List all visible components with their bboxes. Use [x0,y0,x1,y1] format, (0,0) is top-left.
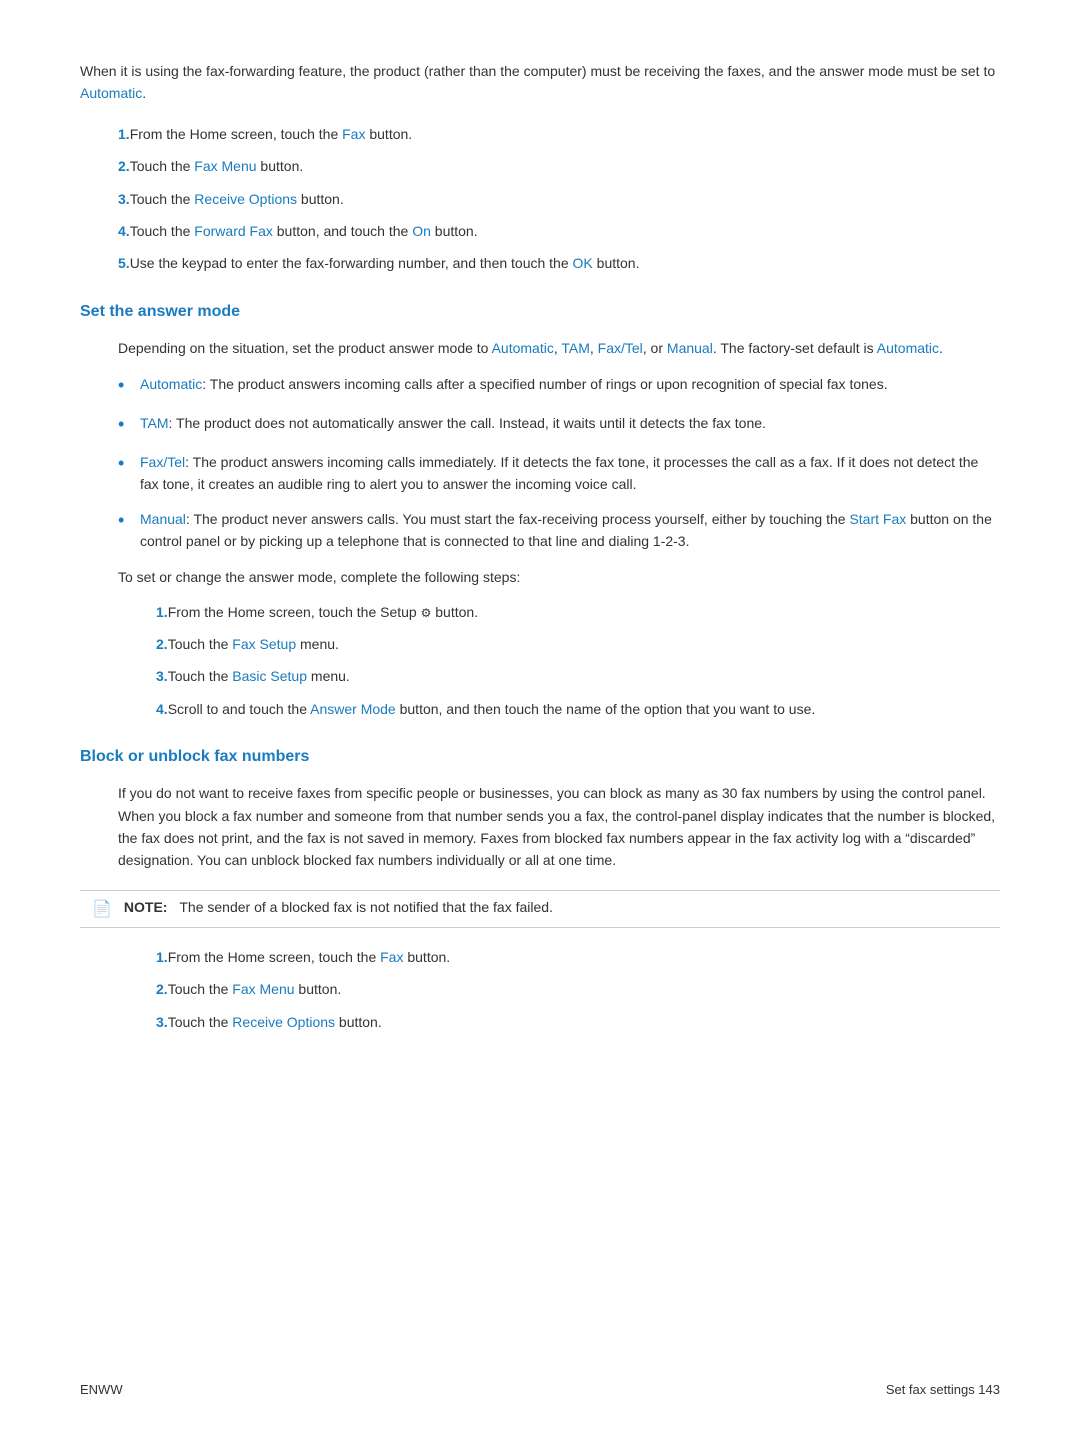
step-number: 4. [80,220,130,242]
bullet-icon: • [118,371,140,400]
step-text: Touch the Receive Options button. [168,1011,382,1033]
manual-link-1[interactable]: Manual [667,340,713,356]
list-item: 5. Use the keypad to enter the fax-forwa… [80,252,1000,274]
section-answer-mode: Set the answer mode Depending on the sit… [80,303,1000,721]
list-item: 4. Scroll to and touch the Answer Mode b… [118,698,1000,720]
tam-link-1[interactable]: TAM [561,340,590,356]
block-fax-steps-body: 1. From the Home screen, touch the Fax b… [80,946,1000,1033]
section-block-fax: Block or unblock fax numbers If you do n… [80,748,1000,1033]
automatic-link-2[interactable]: Automatic [877,340,939,356]
list-item: 1. From the Home screen, touch the Fax b… [118,946,1000,968]
block-fax-steps-list: 1. From the Home screen, touch the Fax b… [118,946,1000,1033]
list-item: 3. Touch the Basic Setup menu. [118,665,1000,687]
fax-link-2[interactable]: Fax [380,949,403,965]
bullet-icon: • [118,410,140,439]
list-item: 2. Touch the Fax Menu button. [118,978,1000,1000]
note-box: 📄 NOTE: The sender of a blocked fax is n… [80,890,1000,928]
list-item: • TAM: The product does not automaticall… [118,412,1000,439]
receive-options-link-1[interactable]: Receive Options [194,191,297,207]
bullet-text: Manual: The product never answers calls.… [140,508,1000,553]
list-item: 4. Touch the Forward Fax button, and tou… [80,220,1000,242]
step-number: 3. [118,1011,168,1033]
step-number: 4. [118,698,168,720]
on-link[interactable]: On [412,223,431,239]
step-number: 3. [118,665,168,687]
list-item: 1. From the Home screen, touch the Setup… [118,601,1000,623]
manual-link-2[interactable]: Manual [140,511,186,527]
step-text: Scroll to and touch the Answer Mode butt… [168,698,816,720]
basic-setup-link[interactable]: Basic Setup [232,668,307,684]
note-icon: 📄 [92,899,112,919]
footer-left: ENWW [80,1382,123,1397]
step-text: From the Home screen, touch the Fax butt… [168,946,450,968]
step-number: 5. [80,252,130,274]
section-body-answer-mode: Depending on the situation, set the prod… [80,337,1000,721]
step-text: Touch the Fax Setup menu. [168,633,339,655]
bullet-text: Fax/Tel: The product answers incoming ca… [140,451,1000,496]
step-number: 2. [118,978,168,1000]
note-text: The sender of a blocked fax is not notif… [175,899,552,915]
block-fax-body: If you do not want to receive faxes from… [118,782,1000,872]
step-text: From the Home screen, touch the Setup ⚙ … [168,601,478,623]
fax-menu-link-2[interactable]: Fax Menu [232,981,294,997]
step-text: Touch the Receive Options button. [130,188,344,210]
step-text: From the Home screen, touch the Fax butt… [130,123,412,145]
bullet-text: Automatic: The product answers incoming … [140,373,888,395]
bullet-icon: • [118,449,140,478]
section-heading-block-fax: Block or unblock fax numbers [80,748,1000,770]
step-number: 1. [80,123,130,145]
list-item: • Fax/Tel: The product answers incoming … [118,451,1000,496]
section-heading-answer-mode: Set the answer mode [80,303,1000,325]
list-item: 3. Touch the Receive Options button. [80,188,1000,210]
bullet-text: TAM: The product does not automatically … [140,412,766,434]
note-label: NOTE: [124,899,168,915]
answer-mode-intro: Depending on the situation, set the prod… [118,337,1000,359]
faxtel-link-2[interactable]: Fax/Tel [140,454,185,470]
footer: ENWW Set fax settings 143 [80,1382,1000,1397]
step-number: 1. [118,946,168,968]
automatic-link-3[interactable]: Automatic [140,376,202,392]
intro-text: When it is using the fax-forwarding feat… [80,63,995,79]
list-item: 2. Touch the Fax Menu button. [80,155,1000,177]
gear-icon: ⚙ [421,606,432,620]
page: When it is using the fax-forwarding feat… [0,0,1080,1437]
intro-paragraph: When it is using the fax-forwarding feat… [80,60,1000,105]
answer-mode-steps-list: 1. From the Home screen, touch the Setup… [118,601,1000,721]
answer-mode-link[interactable]: Answer Mode [310,701,396,717]
step-text: Use the keypad to enter the fax-forwardi… [130,252,640,274]
footer-right: Set fax settings 143 [886,1382,1000,1397]
step-text: Touch the Fax Menu button. [130,155,304,177]
answer-mode-bullets: • Automatic: The product answers incomin… [118,373,1000,552]
step-text: Touch the Fax Menu button. [168,978,342,1000]
bullet-icon: • [118,506,140,535]
steps-intro-text: To set or change the answer mode, comple… [118,566,1000,588]
start-fax-link[interactable]: Start Fax [849,511,906,527]
step-number: 1. [118,601,168,623]
step-text: Touch the Forward Fax button, and touch … [130,220,478,242]
forwarding-steps-list: 1. From the Home screen, touch the Fax b… [80,123,1000,275]
list-item: 2. Touch the Fax Setup menu. [118,633,1000,655]
step-number: 3. [80,188,130,210]
section-body-block-fax: If you do not want to receive faxes from… [80,782,1000,872]
list-item: 1. From the Home screen, touch the Fax b… [80,123,1000,145]
faxtel-link-1[interactable]: Fax/Tel [598,340,643,356]
fax-link-1[interactable]: Fax [342,126,365,142]
automatic-link-1[interactable]: Automatic [492,340,554,356]
step-number: 2. [118,633,168,655]
ok-link[interactable]: OK [573,255,593,271]
automatic-link-intro[interactable]: Automatic [80,85,142,101]
fax-setup-link[interactable]: Fax Setup [232,636,296,652]
list-item: 3. Touch the Receive Options button. [118,1011,1000,1033]
step-text: Touch the Basic Setup menu. [168,665,350,687]
receive-options-link-2[interactable]: Receive Options [232,1014,335,1030]
forward-fax-link[interactable]: Forward Fax [194,223,273,239]
list-item: • Automatic: The product answers incomin… [118,373,1000,400]
list-item: • Manual: The product never answers call… [118,508,1000,553]
tam-link-2[interactable]: TAM [140,415,169,431]
intro-end: . [142,85,146,101]
fax-menu-link-1[interactable]: Fax Menu [194,158,256,174]
step-number: 2. [80,155,130,177]
